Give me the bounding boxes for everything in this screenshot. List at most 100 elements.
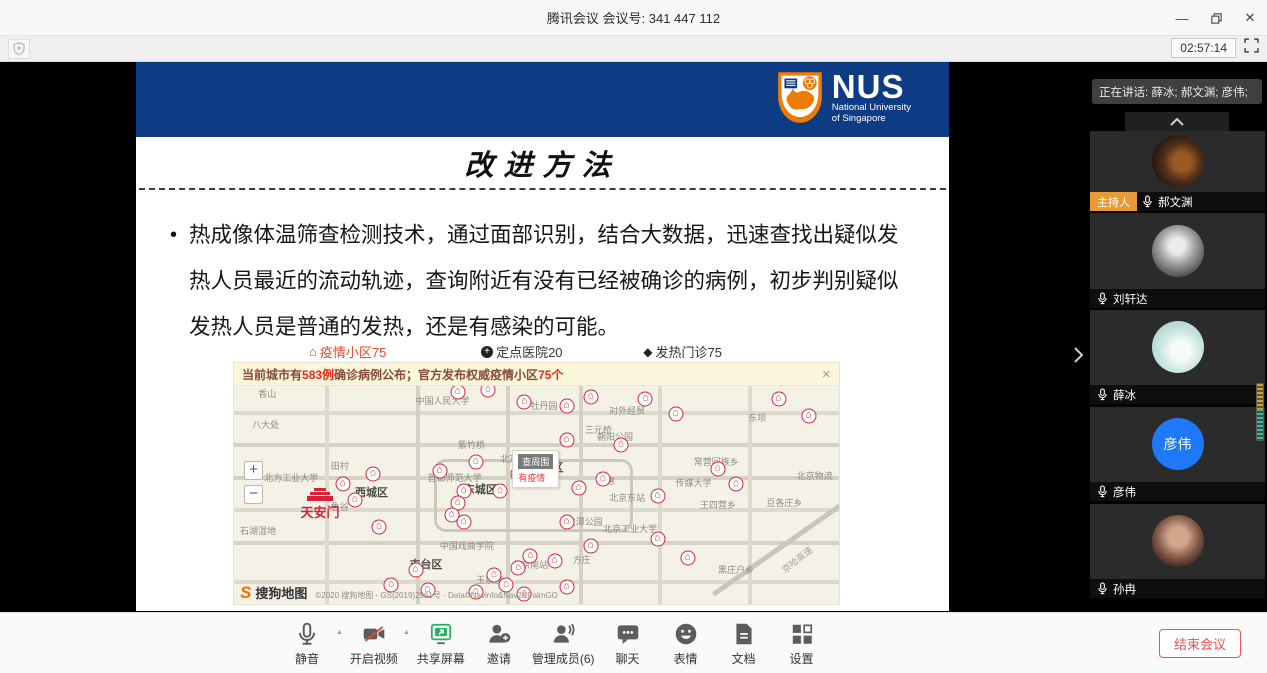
map-label: 牡丹园 xyxy=(530,399,557,412)
landmark-name: 天安门 xyxy=(301,502,340,521)
restore-button[interactable] xyxy=(1199,0,1233,36)
video-options-caret[interactable]: ▲ xyxy=(403,629,410,636)
banner-close-icon: ✕ xyxy=(822,368,831,381)
slide-bullet-block: • 热成像体温筛查检测技术，通过面部识别，结合大数据，迅速查找出疑似发热人员最近… xyxy=(170,212,910,350)
invite-button[interactable]: 邀请 xyxy=(470,620,528,667)
map-label: 北方工业大学 xyxy=(264,471,318,484)
manage-members-button[interactable]: 管理成员(6) xyxy=(528,620,599,667)
epidemic-community-marker: ⌂ xyxy=(517,394,532,409)
scroll-up-button[interactable] xyxy=(1125,112,1229,131)
tooltip-line-2: 有疫情 xyxy=(518,471,553,484)
map-label: 豆各庄乡 xyxy=(766,496,802,509)
toolbar-label: 聊天 xyxy=(616,650,640,667)
avatar xyxy=(1152,225,1204,277)
epidemic-community-marker: ⌂ xyxy=(408,563,423,578)
tiananmen-landmark: 天安门 xyxy=(301,488,340,521)
epidemic-community-marker: ⌂ xyxy=(571,481,586,496)
documents-button[interactable]: 文档 xyxy=(715,620,773,667)
epidemic-community-marker: ⌂ xyxy=(729,476,744,491)
chat-button[interactable]: 聊天 xyxy=(599,620,657,667)
restore-icon xyxy=(1210,12,1223,25)
collapse-sidebar-button[interactable] xyxy=(1068,340,1088,370)
start-video-button[interactable]: 开启视频 xyxy=(345,620,403,667)
tooltip-line-1: 查周围 xyxy=(518,454,553,469)
title-bar: 腾讯会议 会议号: 341 447 112 — ✕ xyxy=(0,0,1267,36)
participant-name: 郝文渊 xyxy=(1158,194,1193,210)
participant-tile[interactable]: 主持人 郝文渊 xyxy=(1090,131,1265,211)
fullscreen-button[interactable] xyxy=(1244,38,1259,58)
zoom-in-button: + xyxy=(244,461,263,480)
mic-icon xyxy=(1097,485,1108,498)
epidemic-community-marker: ⌂ xyxy=(614,437,629,452)
mic-icon xyxy=(1097,292,1108,305)
map-label: 黑庄户乡 xyxy=(718,563,754,576)
settings-button[interactable]: 设置 xyxy=(773,620,831,667)
map-label: 北京物流 xyxy=(797,469,833,482)
minimize-button[interactable]: — xyxy=(1165,0,1199,36)
epidemic-community-marker: ⌂ xyxy=(450,384,465,399)
avatar xyxy=(1152,321,1204,373)
participant-tile[interactable]: 孙冉 xyxy=(1090,504,1265,598)
participant-name-bar: 主持人 郝文渊 xyxy=(1090,192,1265,211)
speaking-indicator: 正在讲话: 薛冰; 郝文渊; 彦伟; xyxy=(1092,79,1262,104)
epidemic-community-marker: ⌂ xyxy=(559,580,574,595)
tab-label: 疫情小区75 xyxy=(320,342,386,361)
map-copyright: ©2020 搜狗地图 - GS(2019)2961号 - Data©Navinf… xyxy=(315,591,558,601)
tab-label: 定点医院20 xyxy=(496,342,562,361)
emoji-button[interactable]: 表情 xyxy=(657,620,715,667)
map-label: 紫竹桥 xyxy=(458,438,485,451)
participant-tile[interactable]: 彦伟 彦伟 xyxy=(1090,407,1265,501)
map-attribution: S 搜狗地图 ©2020 搜狗地图 - GS(2019)2961号 - Data… xyxy=(240,585,558,601)
toolbar-label: 文档 xyxy=(732,650,756,667)
title-divider xyxy=(139,188,946,190)
epidemic-community-marker: ⌂ xyxy=(559,433,574,448)
epidemic-community-marker: ⌂ xyxy=(432,464,447,479)
map-label: 中国戏曲学院 xyxy=(440,539,494,552)
bullet-dot: • xyxy=(170,212,177,350)
mic-options-caret[interactable]: ▲ xyxy=(336,629,343,636)
camera-off-icon xyxy=(361,620,387,648)
host-badge: 主持人 xyxy=(1090,192,1137,211)
chevron-up-icon xyxy=(1170,118,1184,126)
window-controls: — ✕ xyxy=(1165,0,1267,36)
map-label: 王四营乡 xyxy=(700,498,736,511)
end-meeting-button[interactable]: 结束会议 xyxy=(1159,629,1241,658)
epidemic-community-marker: ⌂ xyxy=(456,515,471,530)
meeting-timer: 02:57:14 xyxy=(1171,38,1236,58)
security-shield-icon xyxy=(8,39,30,59)
share-screen-icon xyxy=(428,620,454,648)
banner-community-count: 75个 xyxy=(538,366,563,383)
chat-icon xyxy=(615,620,641,648)
share-screen-button[interactable]: 共享屏幕 xyxy=(412,620,470,667)
participant-tile[interactable]: 刘轩达 xyxy=(1090,213,1265,308)
toolbar-label: 设置 xyxy=(790,650,814,667)
map-road xyxy=(325,363,329,604)
epidemic-community-marker: ⌂ xyxy=(650,531,665,546)
emoji-icon xyxy=(673,620,699,648)
participant-name-bar: 薛冰 xyxy=(1090,385,1265,404)
epidemic-community-marker: ⌂ xyxy=(650,488,665,503)
participant-name: 彦伟 xyxy=(1113,484,1136,500)
map-tooltip: 查周围 有疫情 xyxy=(512,450,559,488)
epidemic-community-marker: ⌂ xyxy=(596,471,611,486)
map-label: 方庄 xyxy=(573,553,591,566)
epidemic-community-marker: ⌂ xyxy=(583,539,598,554)
map-label: 田村 xyxy=(331,459,349,472)
fullscreen-icon xyxy=(1244,38,1259,53)
zoom-out-button: − xyxy=(244,485,263,504)
epidemic-community-marker: ⌂ xyxy=(366,466,381,481)
epidemic-community-marker: ⌂ xyxy=(511,560,526,575)
tencent-meeting-window: 腾讯会议 会议号: 341 447 112 — ✕ 02:57:14 xyxy=(0,0,1267,673)
mute-button[interactable]: 静音 xyxy=(278,620,336,667)
close-button[interactable]: ✕ xyxy=(1233,0,1267,36)
mic-icon xyxy=(1097,388,1108,401)
map-label: 八大处 xyxy=(252,418,279,431)
map-label: 对外经贸 xyxy=(609,404,645,417)
map-label: 京哈高速 xyxy=(778,544,814,576)
nus-acronym: NUS xyxy=(832,72,911,102)
slide-title: 改进方法 xyxy=(136,142,949,184)
participant-tile[interactable]: 薛冰 xyxy=(1090,310,1265,404)
toolbar-label: 共享屏幕 xyxy=(417,650,465,667)
map-label: 传媒大学 xyxy=(676,476,712,489)
nus-subtitle-2: of Singapore xyxy=(832,113,911,124)
